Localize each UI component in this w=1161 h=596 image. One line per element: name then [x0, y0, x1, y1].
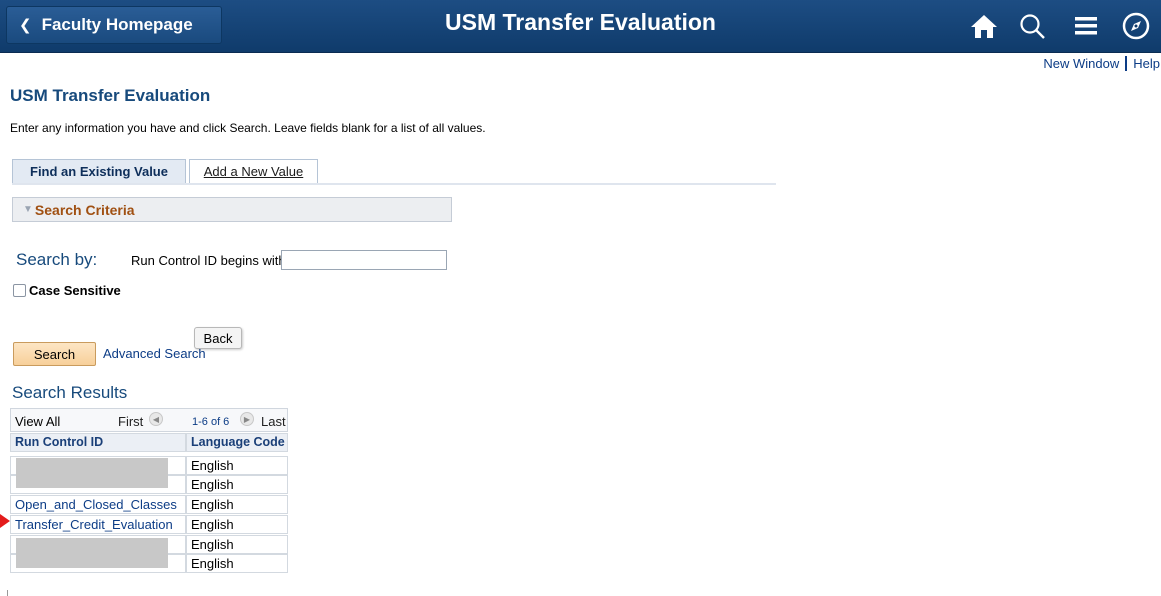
first-label: First — [118, 414, 144, 429]
run-control-id-input[interactable] — [281, 250, 447, 270]
search-button-label: Search — [33, 346, 76, 362]
red-arrow-icon — [0, 514, 10, 528]
column-header-run-control-id[interactable]: Run Control ID — [10, 433, 186, 452]
search-criteria-header[interactable]: ▼ Search Criteria — [12, 197, 452, 222]
navigator-icon[interactable] — [1120, 10, 1152, 42]
tab-label: Find an Existing Value — [30, 164, 168, 179]
table-row-5-language: English — [186, 535, 288, 554]
redaction-box — [16, 458, 168, 488]
search-by-label: Search by: — [16, 250, 98, 269]
link-separator — [1125, 56, 1128, 71]
table-row-2-language: English — [186, 475, 288, 494]
top-links: New Window Help — [1043, 56, 1161, 71]
tab-add-new-value[interactable]: Add a New Value — [189, 159, 318, 183]
search-button[interactable]: Search — [13, 342, 96, 366]
back-button-label: Faculty Homepage — [41, 15, 193, 34]
search-results-title: Search Results — [12, 383, 128, 402]
redaction-box — [16, 538, 168, 568]
search-icon[interactable] — [1016, 10, 1048, 42]
table-row-3-id[interactable]: Open_and_Closed_Classes — [10, 495, 186, 514]
new-window-link[interactable]: New Window — [1043, 56, 1119, 71]
case-sensitive-label: Case Sensitive — [29, 283, 121, 298]
top-bar: ❮ Faculty Homepage USM Transfer Evaluati… — [0, 0, 1161, 53]
results-navigation-bar: View All First ◀ 1-6 of 6 ▶ Last — [10, 408, 288, 432]
view-all-link[interactable]: View All — [15, 414, 60, 429]
menu-icon[interactable] — [1070, 10, 1102, 42]
table-row-4-id[interactable]: Transfer_Credit_Evaluation — [10, 515, 186, 534]
run-control-id-link[interactable]: Open_and_Closed_Classes — [15, 497, 177, 512]
advanced-search-link[interactable]: Advanced Search — [103, 346, 206, 361]
run-control-id-label: Run Control ID begins with — [131, 253, 286, 268]
faculty-homepage-button[interactable]: ❮ Faculty Homepage — [6, 6, 222, 44]
column-header-language-code[interactable]: Language Code — [186, 433, 288, 452]
collapse-triangle-icon: ▼ — [23, 204, 33, 215]
divider — [7, 590, 8, 596]
search-criteria-label: Search Criteria — [34, 201, 135, 218]
tab-find-existing-value[interactable]: Find an Existing Value — [12, 159, 186, 183]
results-count: 1-6 of 6 — [192, 416, 230, 428]
table-row-4-language: English — [186, 515, 288, 534]
tab-divider — [12, 183, 776, 185]
previous-page-icon[interactable]: ◀ — [149, 412, 163, 426]
run-control-id-link[interactable]: Transfer_Credit_Evaluation — [15, 517, 173, 532]
back-tooltip: Back — [194, 327, 242, 349]
next-page-icon[interactable]: ▶ — [240, 412, 254, 426]
table-row-3-language: English — [186, 495, 288, 514]
table-row-1-language: English — [186, 456, 288, 475]
instructions-text: Enter any information you have and click… — [10, 121, 486, 135]
last-label: Last — [261, 414, 286, 429]
case-sensitive-checkbox[interactable] — [13, 284, 26, 297]
table-row-6-language: English — [186, 554, 288, 573]
chevron-left-icon: ❮ — [19, 17, 32, 34]
home-icon[interactable] — [968, 10, 1000, 42]
tab-label: Add a New Value — [203, 164, 304, 179]
page-title: USM Transfer Evaluation — [10, 86, 211, 105]
help-link[interactable]: Help — [1133, 56, 1160, 71]
